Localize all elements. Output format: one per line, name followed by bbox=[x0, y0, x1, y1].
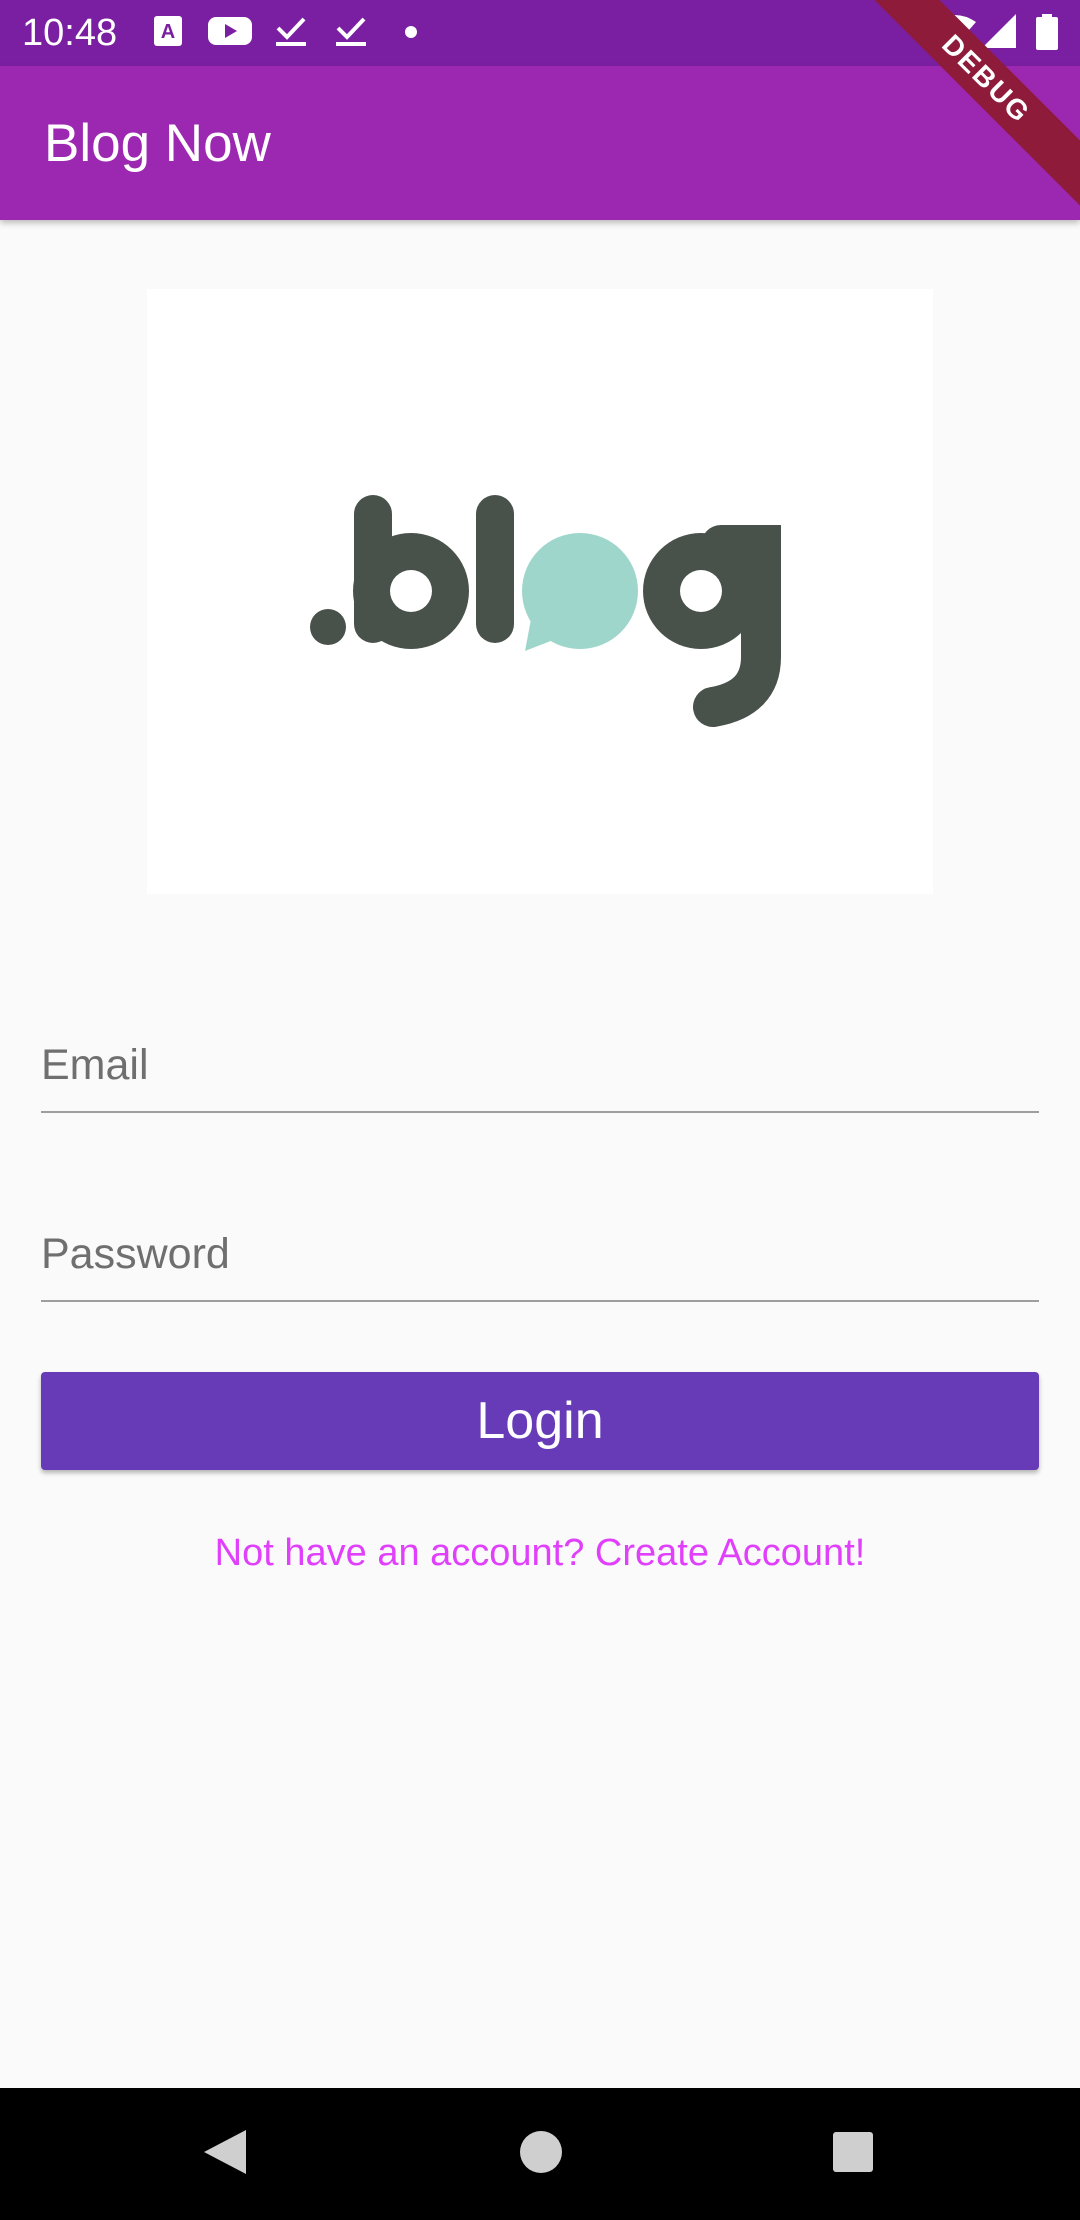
create-account-link[interactable]: Not have an account? Create Account! bbox=[0, 1528, 1080, 1578]
recents-icon[interactable] bbox=[828, 2124, 878, 2185]
cell-signal-icon bbox=[982, 14, 1016, 53]
logo-card bbox=[147, 289, 933, 894]
svg-text:A: A bbox=[161, 21, 175, 43]
download-done-icon bbox=[334, 14, 368, 53]
status-time: 10:48 bbox=[22, 12, 118, 54]
download-done-icon bbox=[274, 14, 308, 53]
home-icon[interactable] bbox=[516, 2124, 566, 2185]
app-bar: Blog Now bbox=[0, 66, 1080, 220]
blog-logo bbox=[310, 495, 781, 727]
login-button[interactable]: Login bbox=[41, 1372, 1039, 1470]
back-icon[interactable] bbox=[200, 2124, 250, 2185]
app-title: Blog Now bbox=[44, 114, 271, 173]
wifi-icon bbox=[934, 14, 976, 53]
email-field[interactable] bbox=[41, 993, 1039, 1113]
password-field-container bbox=[41, 1182, 1039, 1302]
navigation-bar bbox=[0, 2088, 1080, 2220]
youtube-icon bbox=[208, 14, 252, 53]
status-bar: 10:48 A bbox=[0, 0, 1080, 66]
font-a-icon: A bbox=[154, 14, 182, 53]
password-field[interactable] bbox=[41, 1182, 1039, 1302]
battery-icon bbox=[1036, 14, 1058, 55]
dot-icon bbox=[404, 14, 418, 53]
email-field-container bbox=[41, 993, 1039, 1113]
